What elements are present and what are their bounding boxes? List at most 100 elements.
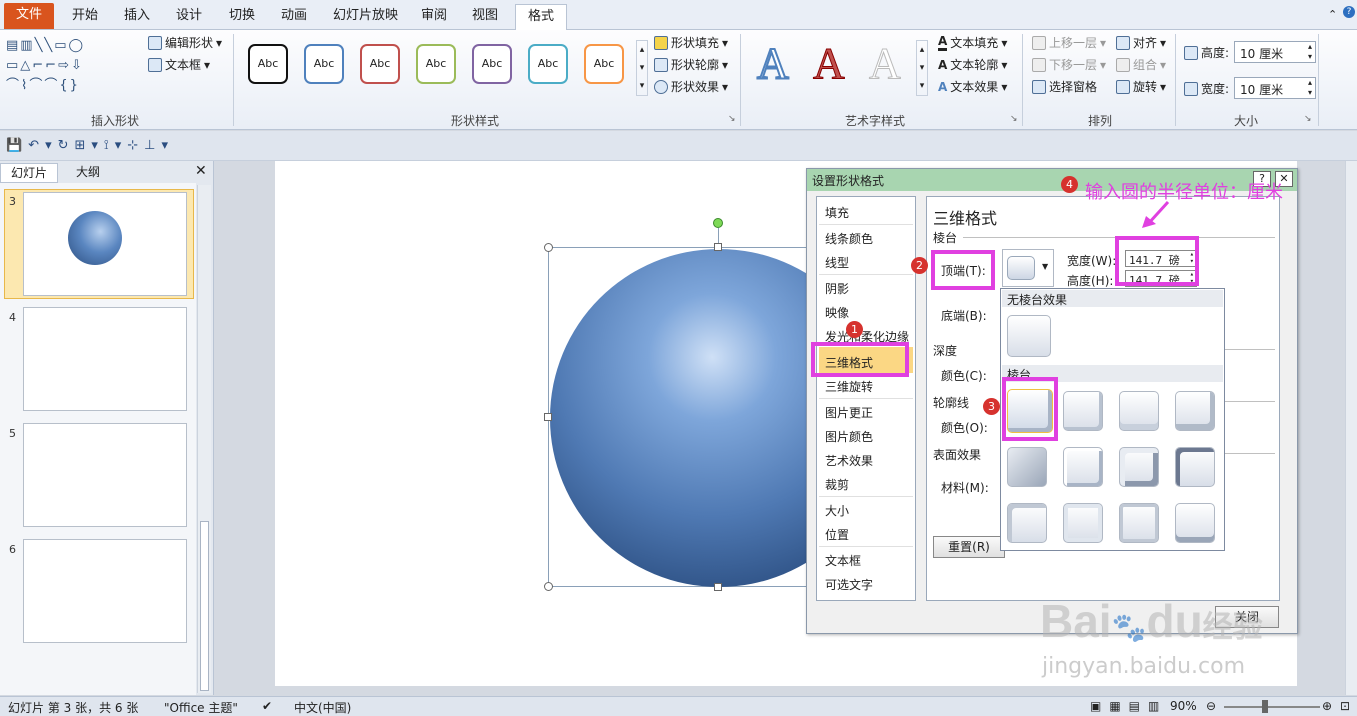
zoom-slider[interactable]	[1224, 706, 1320, 708]
bevel-convex-option[interactable]	[1119, 447, 1159, 487]
bevel-none-option[interactable]	[1007, 315, 1051, 357]
tab-outline[interactable]: 大纲	[66, 163, 110, 183]
panel-scroll-thumb[interactable]	[200, 521, 209, 691]
shape-style-5[interactable]: Abc	[472, 44, 512, 84]
bring-forward-button[interactable]: 上移一层 ▾	[1032, 34, 1106, 51]
height-input[interactable]: 10 厘米 ▴ ▾	[1234, 41, 1316, 63]
nav-text-box[interactable]: 文本框	[825, 552, 861, 569]
tab-animations[interactable]: 动画	[269, 4, 319, 30]
nav-alt-text[interactable]: 可选文字	[825, 576, 873, 593]
resize-handle[interactable]	[714, 243, 722, 251]
collapse-ribbon-icon[interactable]: ⌃	[1328, 8, 1337, 21]
width-spinner[interactable]: ▴ ▾	[1308, 78, 1312, 98]
group-button[interactable]: 组合 ▾	[1116, 56, 1166, 73]
tab-transitions[interactable]: 切换	[217, 4, 267, 30]
editor-scrollbar[interactable]	[1345, 161, 1357, 695]
tab-slides[interactable]: 幻灯片	[0, 163, 59, 183]
nav-line-style[interactable]: 线型	[825, 254, 849, 271]
wordart-style-3[interactable]: A	[869, 39, 902, 88]
wordart-scroll[interactable]: ▴ ▾ ▾	[916, 40, 928, 96]
text-fill-button[interactable]: A 文本填充 ▾	[938, 34, 1007, 51]
tab-home[interactable]: 开始	[60, 4, 110, 30]
tab-format[interactable]: 格式	[515, 4, 568, 30]
spellcheck-icon[interactable]: ✔	[262, 699, 272, 713]
bevel-angle-option[interactable]	[1007, 447, 1047, 487]
nav-picture-corrections[interactable]: 图片更正	[825, 404, 873, 421]
bevel-slope-option[interactable]	[1175, 447, 1215, 487]
shape-style-6[interactable]: Abc	[528, 44, 568, 84]
rotate-handle-icon[interactable]	[713, 218, 723, 228]
bevel-art-deco-option[interactable]	[1175, 503, 1215, 543]
width-input[interactable]: 10 厘米 ▴ ▾	[1234, 77, 1316, 99]
theme-name[interactable]: "Office 主题"	[164, 699, 238, 716]
wordart-style-1[interactable]: A	[756, 39, 790, 89]
text-outline-button[interactable]: A 文本轮廓 ▾	[938, 56, 1007, 73]
shape-style-7[interactable]: Abc	[584, 44, 624, 84]
view-buttons[interactable]: ▣▦▤▥	[1090, 699, 1167, 713]
slide-thumb-4[interactable]	[23, 307, 187, 411]
bevel-soft-round-option[interactable]	[1063, 447, 1103, 487]
shape-effects-button[interactable]: 形状效果 ▾	[654, 78, 728, 95]
tab-slideshow[interactable]: 幻灯片放映	[321, 4, 410, 30]
tab-design[interactable]: 设计	[164, 4, 214, 30]
nav-size[interactable]: 大小	[825, 502, 849, 519]
height-spinner[interactable]: ▴ ▾	[1308, 42, 1312, 62]
dialog-launcher-icon[interactable]: ↘	[1010, 114, 1018, 124]
shape-fill-button[interactable]: 形状填充 ▾	[654, 34, 728, 51]
shape-style-2[interactable]: Abc	[304, 44, 344, 84]
zoom-level[interactable]: 90%	[1170, 699, 1197, 713]
qat-icons[interactable]: 💾↶▾↻⊞▾⟟▾⊹⊥▾	[6, 138, 174, 153]
bevel-cool-slant-option[interactable]	[1175, 391, 1215, 431]
nav-crop[interactable]: 裁剪	[825, 476, 849, 493]
text-effects-button[interactable]: A 文本效果 ▾	[938, 78, 1007, 95]
nav-position[interactable]: 位置	[825, 526, 849, 543]
zoom-in-icon[interactable]: ⊕	[1322, 699, 1332, 713]
nav-3d-rotation[interactable]: 三维旋转	[825, 378, 873, 395]
bevel-relaxed-inset-option[interactable]	[1063, 391, 1103, 431]
tab-insert[interactable]: 插入	[112, 4, 162, 30]
resize-handle[interactable]	[544, 582, 553, 591]
send-backward-button[interactable]: 下移一层 ▾	[1032, 56, 1106, 73]
nav-reflection[interactable]: 映像	[825, 304, 849, 321]
slide-thumb-6[interactable]	[23, 539, 187, 643]
nav-line-color[interactable]: 线条颜色	[825, 230, 873, 247]
close-panel-icon[interactable]: ✕	[195, 163, 207, 179]
shape-style-1[interactable]: Abc	[248, 44, 288, 84]
slide-thumb-3[interactable]	[23, 192, 187, 296]
dialog-launcher-icon[interactable]: ↘	[1304, 114, 1312, 124]
slide-thumb-5[interactable]	[23, 423, 187, 527]
resize-handle[interactable]	[544, 413, 552, 421]
reset-button[interactable]: 重置(R)	[933, 536, 1005, 558]
nav-picture-color[interactable]: 图片颜色	[825, 428, 873, 445]
fit-window-icon[interactable]: ⊡	[1340, 699, 1350, 713]
selection-pane-button[interactable]: 选择窗格	[1032, 78, 1097, 95]
bevel-hard-edge-option[interactable]	[1119, 503, 1159, 543]
rotate-button[interactable]: 旋转 ▾	[1116, 78, 1166, 95]
zoom-out-icon[interactable]: ⊖	[1206, 699, 1216, 713]
resize-handle[interactable]	[544, 243, 553, 252]
shapes-gallery[interactable]: ▤▥╲╲▭◯ ▭△⌐⌐⇨⇩ ⌒⌇⌒⌒{}	[6, 36, 136, 96]
tab-file[interactable]: 文件	[4, 3, 54, 29]
nav-artistic-effects[interactable]: 艺术效果	[825, 452, 873, 469]
align-button[interactable]: 对齐 ▾	[1116, 34, 1166, 51]
nav-shadow[interactable]: 阴影	[825, 280, 849, 297]
resize-handle[interactable]	[714, 583, 722, 591]
top-bevel-dropdown[interactable]: ▼	[1002, 249, 1054, 287]
wordart-style-2[interactable]: A	[813, 39, 846, 88]
dialog-launcher-icon[interactable]: ↘	[728, 114, 736, 124]
shape-styles-scroll[interactable]: ▴ ▾ ▾	[636, 40, 648, 96]
bevel-cross-option[interactable]	[1119, 391, 1159, 431]
nav-fill[interactable]: 填充	[825, 204, 849, 221]
zoom-slider-thumb[interactable]	[1262, 700, 1268, 713]
textbox-button[interactable]: 文本框 ▾	[148, 56, 210, 73]
tab-review[interactable]: 审阅	[409, 4, 459, 30]
language-indicator[interactable]: 中文(中国)	[294, 699, 351, 716]
help-icon[interactable]: ?	[1343, 6, 1355, 18]
edit-shape-button[interactable]: 编辑形状 ▾	[148, 34, 222, 51]
shape-style-3[interactable]: Abc	[360, 44, 400, 84]
shape-outline-button[interactable]: 形状轮廓 ▾	[654, 56, 728, 73]
bevel-riblet-option[interactable]	[1063, 503, 1103, 543]
shape-style-4[interactable]: Abc	[416, 44, 456, 84]
tab-view[interactable]: 视图	[460, 4, 510, 30]
panel-scrollbar[interactable]	[197, 185, 211, 693]
